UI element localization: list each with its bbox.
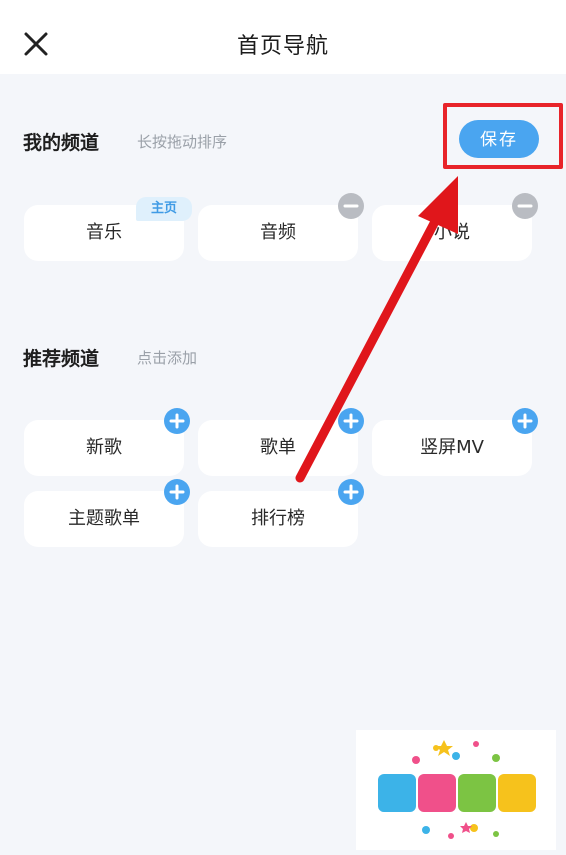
remove-icon[interactable] <box>512 193 538 219</box>
recommend-chip-theme-playlist[interactable]: 主题歌单 <box>24 479 190 547</box>
recommend-chip-playlist[interactable]: 歌单 <box>198 408 364 476</box>
top-bar: 首页导航 <box>0 0 566 74</box>
channel-label: 音乐 <box>86 222 122 243</box>
recommended-hint: 点击添加 <box>137 349 198 367</box>
page-title: 首页导航 <box>236 34 329 59</box>
add-icon[interactable] <box>164 479 190 505</box>
channel-label: 主题歌单 <box>68 508 140 529</box>
remove-icon[interactable] <box>338 193 364 219</box>
my-channels-title: 我的频道 <box>23 132 100 154</box>
logo-tiles <box>378 774 536 812</box>
channel-label: 竖屏MV <box>420 437 484 458</box>
channel-label: 小说 <box>434 222 470 243</box>
add-icon[interactable] <box>512 408 538 434</box>
add-icon[interactable] <box>164 408 190 434</box>
channel-label: 歌单 <box>260 437 296 458</box>
recommend-chip-charts[interactable]: 排行榜 <box>198 479 364 547</box>
watermark-logo <box>356 730 556 850</box>
channel-chip-novel[interactable]: 小说 <box>372 193 538 261</box>
channel-label: 音频 <box>260 222 296 243</box>
save-button[interactable]: 保存 <box>459 120 539 158</box>
add-icon[interactable] <box>338 479 364 505</box>
recommended-title: 推荐频道 <box>23 348 100 370</box>
recommend-chip-vertical-mv[interactable]: 竖屏MV <box>372 408 538 476</box>
channel-label: 新歌 <box>86 437 122 458</box>
add-icon[interactable] <box>338 408 364 434</box>
channel-chip-audio[interactable]: 音频 <box>198 193 364 261</box>
home-tag: 主页 <box>136 197 192 221</box>
channel-label: 排行榜 <box>251 508 305 529</box>
recommend-chip-new-songs[interactable]: 新歌 <box>24 408 190 476</box>
my-channels-hint: 长按拖动排序 <box>137 133 228 151</box>
channel-chip-music[interactable]: 音乐 主页 <box>24 197 192 261</box>
